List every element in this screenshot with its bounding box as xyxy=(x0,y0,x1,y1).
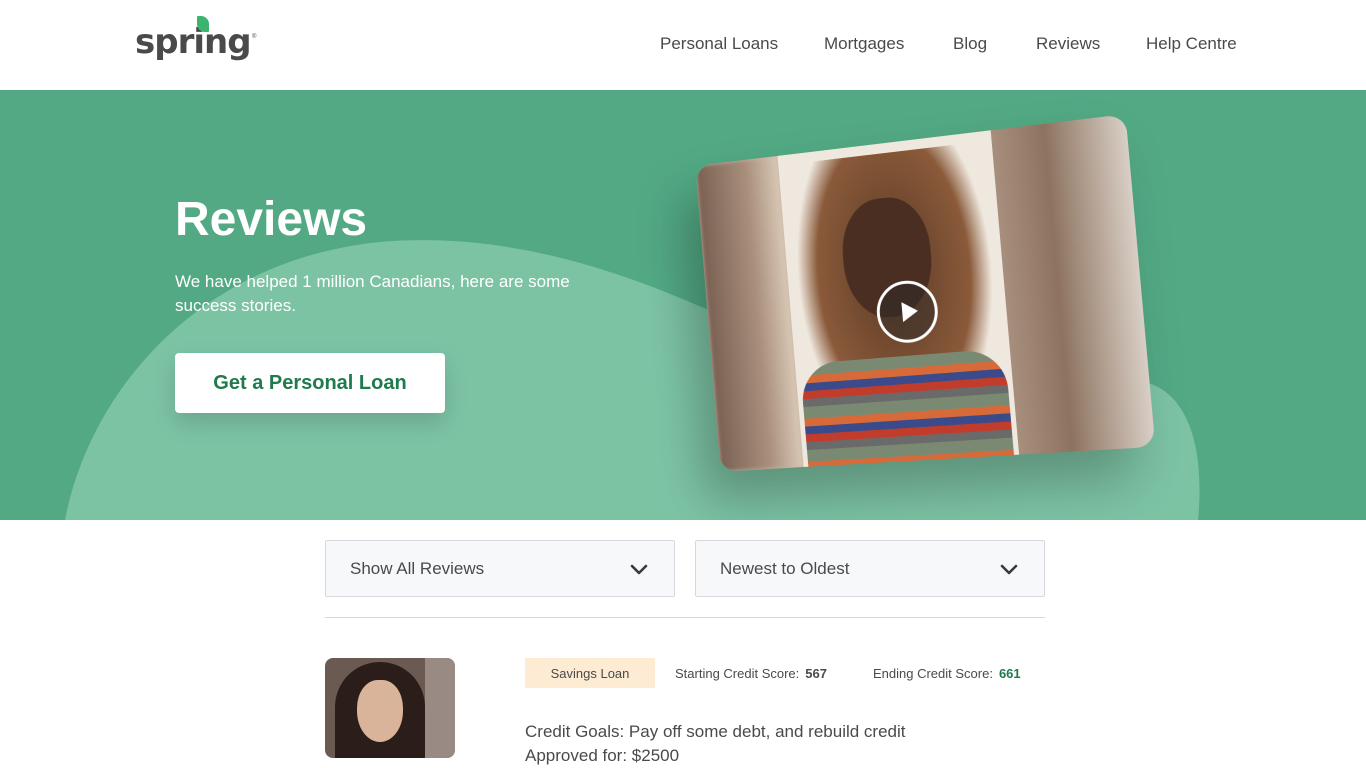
nav-mortgages[interactable]: Mortgages xyxy=(824,34,904,54)
credit-goals: Credit Goals: Pay off some debt, and reb… xyxy=(525,722,906,741)
testimonial-video[interactable] xyxy=(695,114,1156,472)
hero-section: Reviews We have helped 1 million Canadia… xyxy=(0,90,1366,520)
nav-reviews[interactable]: Reviews xyxy=(1036,34,1100,54)
reviewer-avatar xyxy=(325,658,455,758)
ending-score-value: 661 xyxy=(998,666,1021,681)
video-subject-shirt xyxy=(799,348,1015,472)
chevron-down-icon xyxy=(1000,564,1018,575)
site-header: spring ® Personal Loans Mortgages Blog R… xyxy=(0,0,1366,90)
nav-help-centre[interactable]: Help Centre xyxy=(1146,34,1237,54)
nav-personal-loans[interactable]: Personal Loans xyxy=(660,34,778,54)
starting-score-value: 567 xyxy=(805,666,827,681)
logo-text: spring xyxy=(135,22,252,62)
nav-blog[interactable]: Blog xyxy=(953,34,987,54)
approved-amount: Approved for: $2500 xyxy=(525,746,680,765)
sort-order-select[interactable]: Newest to Oldest xyxy=(695,540,1045,597)
starting-score-label: Starting Credit Score: xyxy=(675,666,800,681)
page-title: Reviews xyxy=(175,193,368,246)
review-details: Credit Goals: Pay off some debt, and reb… xyxy=(525,720,906,768)
get-personal-loan-button[interactable]: Get a Personal Loan xyxy=(175,353,445,413)
sort-order-value: Newest to Oldest xyxy=(720,559,850,578)
chevron-down-icon xyxy=(630,564,648,575)
starting-credit-score: Starting Credit Score: 567 xyxy=(675,666,827,681)
review-type-value: Show All Reviews xyxy=(350,559,485,578)
hero-subtitle: We have helped 1 million Canadians, here… xyxy=(175,272,570,315)
leaf-icon xyxy=(197,16,209,32)
loan-type-badge: Savings Loan xyxy=(525,658,655,688)
ending-credit-score: Ending Credit Score: 661 xyxy=(873,666,1021,681)
avatar-face xyxy=(357,680,403,742)
trademark-mark: ® xyxy=(252,34,257,40)
avatar-background xyxy=(425,658,455,758)
review-type-select[interactable]: Show All Reviews xyxy=(325,540,675,597)
divider xyxy=(325,617,1045,618)
ending-score-label: Ending Credit Score: xyxy=(873,666,993,681)
